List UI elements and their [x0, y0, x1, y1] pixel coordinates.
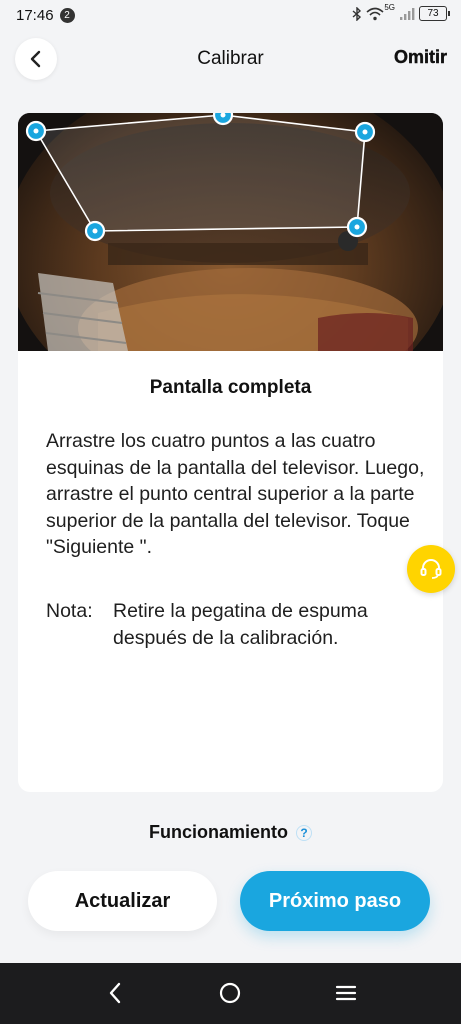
- battery-icon: 73: [419, 6, 450, 21]
- status-time: 17:46: [16, 6, 54, 24]
- support-button[interactable]: [407, 545, 455, 593]
- note-label: Nota:: [46, 600, 93, 622]
- calibration-card: Pantalla completa Arrastre los cuatro pu…: [18, 113, 443, 792]
- nav-back-button[interactable]: [100, 978, 130, 1008]
- nav-home-button[interactable]: [215, 978, 245, 1008]
- note-text: Retire la pegatina de espuma después de …: [113, 600, 368, 649]
- camera-preview[interactable]: [18, 113, 443, 351]
- nav-menu-button[interactable]: [331, 978, 361, 1008]
- header: Calibrar Omitir: [0, 34, 461, 84]
- bluetooth-icon: [352, 6, 362, 21]
- network-label: 5G: [384, 3, 395, 12]
- operation-link[interactable]: Funcionamiento ?: [0, 822, 461, 843]
- signal-icon: [400, 7, 415, 20]
- note-row: Nota: Retire la pegatina de espuma despu…: [46, 598, 436, 651]
- notification-badge: 2: [59, 7, 75, 23]
- next-step-button[interactable]: Próximo paso: [240, 871, 430, 931]
- calibration-point-top-left[interactable]: [27, 122, 45, 140]
- camera-preview-image: [18, 113, 443, 351]
- card-title: Pantalla completa: [149, 377, 312, 398]
- calibration-point-top-right[interactable]: [356, 123, 374, 141]
- status-icons: 5G 73: [352, 3, 450, 21]
- operation-label: Funcionamiento: [149, 822, 288, 842]
- page-title: Calibrar: [197, 48, 264, 69]
- system-nav-bar: [0, 963, 461, 1024]
- calibration-point-bottom-right[interactable]: [348, 218, 366, 236]
- nav-home-icon: [219, 982, 241, 1004]
- nav-back-icon: [109, 982, 121, 1004]
- headset-icon: [420, 559, 442, 579]
- nav-menu-icon: [335, 985, 357, 1001]
- status-bar: 17:46 2 5G 73: [0, 0, 461, 30]
- help-icon[interactable]: ?: [296, 824, 312, 841]
- update-button[interactable]: Actualizar: [28, 871, 217, 931]
- skip-button[interactable]: Omitir: [394, 47, 447, 68]
- calibration-point-bottom-left[interactable]: [86, 222, 104, 240]
- wifi-icon: [366, 7, 384, 20]
- instructions-text: Arrastre los cuatro puntos a las cuatro …: [46, 430, 425, 558]
